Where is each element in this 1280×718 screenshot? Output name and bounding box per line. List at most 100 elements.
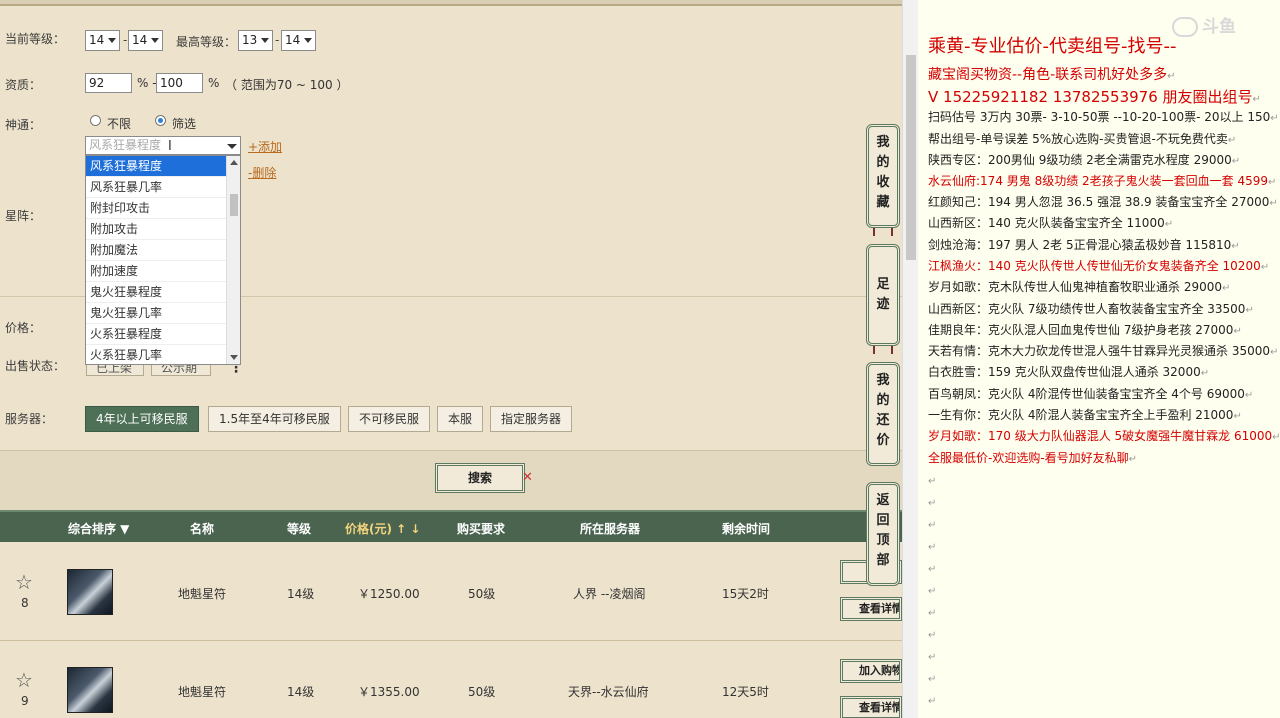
current-level-max-select[interactable]: 14 bbox=[128, 30, 163, 51]
trade-search-panel: 当前等级： 14 - 14 最高等级： 13 - 14 资质： 92 % - 1… bbox=[0, 0, 902, 718]
scroll-down-icon[interactable] bbox=[230, 355, 238, 360]
ad-line: 岁月如歌：170 级大力队仙器混人 5破女魔强牛魔甘霖龙 61000↵ bbox=[928, 427, 1280, 444]
ad-line-text: 陕西专区：200男仙 9级功绩 2老全满雷克水程度 29000 bbox=[928, 153, 1232, 167]
favorite-count: 8 bbox=[21, 596, 29, 610]
dropdown-option[interactable]: 附加攻击 bbox=[86, 219, 226, 240]
text-cursor-icon: I bbox=[168, 139, 172, 154]
server-btn-1-5yr[interactable]: 1.5年至4年可移民服 bbox=[208, 406, 341, 432]
server-btn-4yr[interactable]: 4年以上可移民服 bbox=[85, 406, 199, 432]
server-btn-this-server[interactable]: 本服 bbox=[437, 406, 484, 432]
aptitude-max-input[interactable]: 100 bbox=[156, 73, 203, 93]
view-detail-button[interactable]: 查看详情 bbox=[840, 597, 902, 621]
nav-char: 迹 bbox=[876, 297, 890, 312]
max-level-min-select[interactable]: 13 bbox=[238, 30, 273, 51]
favorite-count: 9 bbox=[21, 694, 29, 708]
ad-line: 山西新区：140 克火队装备宝宝齐全 11000↵ bbox=[928, 214, 1173, 231]
dropdown-option[interactable]: 鬼火狂暴几率 bbox=[86, 303, 226, 324]
dropdown-option[interactable]: 附封印攻击 bbox=[86, 198, 226, 219]
star-outline-icon[interactable]: ☆ bbox=[15, 570, 33, 594]
aptitude-min-input[interactable]: 92 bbox=[85, 73, 132, 93]
level-separator: - bbox=[275, 33, 280, 47]
add-link[interactable]: +添加 bbox=[248, 138, 282, 155]
scrollbar-thumb[interactable] bbox=[230, 194, 238, 216]
results-table-header: 综合排序 ▼ 名称 等级 价格(元) ↑ ↓ 购买要求 所在服务器 剩余时间 bbox=[0, 510, 902, 542]
dropdown-option[interactable]: 火系狂暴几率 bbox=[86, 345, 226, 364]
ad-line-text: 水云仙府:174 男鬼 8级功绩 2老孩子鬼火装一套回血一套 4599 bbox=[928, 174, 1269, 188]
dropdown-option[interactable]: 火系狂暴程度 bbox=[86, 324, 226, 345]
current-level-min-value: 14 bbox=[89, 33, 105, 47]
ad-line: 一生有你：克火队 4阶混人装备宝宝齐全上手盈利 21000↵ bbox=[928, 406, 1242, 423]
shentong-dropdown-list: 风系狂暴程度 风系狂暴几率 附封印攻击 附加攻击 附加魔法 附加速度 鬼火狂暴程… bbox=[85, 155, 241, 365]
paragraph-mark: ↵ bbox=[1269, 198, 1278, 209]
table-row[interactable]: ☆ 9 地魁星符 14级 ￥1355.00 50级 天界--水云仙府 12天5时 bbox=[0, 642, 902, 718]
dropdown-option[interactable]: 风系狂暴几率 bbox=[86, 177, 226, 198]
aptitude-percent: % bbox=[208, 76, 220, 90]
server-btn-specific[interactable]: 指定服务器 bbox=[490, 406, 573, 432]
footprint-nav[interactable]: 足 迹 bbox=[866, 244, 900, 346]
dropdown-scrollbar[interactable] bbox=[226, 156, 240, 364]
item-thumbnail[interactable] bbox=[67, 569, 113, 615]
server-label: 服务器： bbox=[5, 412, 54, 426]
radio-unlimited-label: 不限 bbox=[107, 117, 132, 131]
ad-line-text: 白衣胜雪：159 克火队双盘传世仙混人通杀 32000 bbox=[928, 365, 1201, 379]
delete-link[interactable]: -删除 bbox=[248, 164, 276, 181]
dropdown-option[interactable]: 附加魔法 bbox=[86, 240, 226, 261]
item-name[interactable]: 地魁星符 bbox=[178, 585, 226, 602]
paragraph-mark: ↵ bbox=[928, 586, 937, 597]
nav-char: 顶 bbox=[876, 533, 890, 548]
max-level-max-value: 14 bbox=[285, 33, 301, 47]
ad-line: 佳期良年：克火队混人回血鬼传世仙 7级护身老孩 27000↵ bbox=[928, 321, 1242, 338]
ad-line: 红颜知己：194 男人忽混 36.5 强混 38.9 装备宝宝齐全 27000↵ bbox=[928, 193, 1278, 210]
dropdown-option[interactable]: 风系狂暴程度 bbox=[86, 156, 226, 177]
current-level-max-value: 14 bbox=[132, 33, 148, 47]
paragraph-mark: ↵ bbox=[1270, 347, 1279, 358]
add-to-cart-button[interactable]: 加入购物车 bbox=[840, 659, 902, 683]
nav-char: 藏 bbox=[876, 195, 890, 210]
name-header: 名称 bbox=[190, 522, 215, 536]
shentong-select[interactable]: 风系狂暴程度 I bbox=[85, 136, 241, 155]
paragraph-mark: ↵ bbox=[928, 652, 937, 663]
item-server: 人界 --凌烟阁 bbox=[573, 587, 646, 601]
paragraph-mark: ↵ bbox=[1222, 283, 1231, 294]
paragraph-mark: ↵ bbox=[928, 498, 937, 509]
ad-line: 岁月如歌：克木队传世人仙鬼神植畜牧职业通杀 29000↵ bbox=[928, 278, 1230, 295]
my-bargain-nav[interactable]: 我 的 还 价 bbox=[866, 362, 900, 466]
dropdown-option[interactable]: 鬼火狂暴程度 bbox=[86, 282, 226, 303]
page-scrollbar[interactable] bbox=[902, 0, 918, 718]
requirement-header: 购买要求 bbox=[457, 522, 506, 536]
view-detail-button[interactable]: 查看详情 bbox=[840, 696, 902, 718]
back-to-top-nav[interactable]: 返 回 顶 部 bbox=[866, 482, 900, 586]
paragraph-mark: ↵ bbox=[928, 476, 937, 487]
table-row[interactable]: ☆ 8 地魁星符 14级 ￥1250.00 50级 人界 --凌烟阁 15天2时 bbox=[0, 544, 902, 641]
nav-char: 的 bbox=[876, 393, 890, 408]
radio-unlimited[interactable] bbox=[90, 115, 101, 126]
price-sort-header[interactable]: 价格(元) ↑ ↓ bbox=[345, 520, 420, 537]
scroll-up-icon[interactable] bbox=[230, 160, 238, 165]
paragraph-mark: ↵ bbox=[928, 674, 937, 685]
watermark-logo: 斗鱼 bbox=[1172, 12, 1236, 37]
nav-char: 收 bbox=[876, 175, 890, 190]
page-scrollbar-thumb[interactable] bbox=[906, 55, 916, 260]
paragraph-mark: ↵ bbox=[1233, 326, 1242, 337]
chevron-down-icon bbox=[108, 38, 116, 43]
radio-filter[interactable] bbox=[155, 115, 166, 126]
ad-line-text: 扫码估号 3万内 30票- 3-10-50票 --10-20-100票- 20以… bbox=[928, 110, 1271, 124]
ad-line: 剑烛沧海：197 男人 2老 5正骨混心猿孟极妙音 115810↵ bbox=[928, 236, 1240, 253]
dropdown-option[interactable]: 附加速度 bbox=[86, 261, 226, 282]
paragraph-mark: ↵ bbox=[1260, 262, 1270, 273]
max-level-max-select[interactable]: 14 bbox=[281, 30, 316, 51]
nav-char: 我 bbox=[876, 135, 890, 150]
search-button[interactable]: 搜索 bbox=[435, 463, 525, 493]
item-thumbnail[interactable] bbox=[67, 667, 113, 713]
item-name[interactable]: 地魁星符 bbox=[178, 683, 226, 700]
nav-char: 还 bbox=[876, 413, 890, 428]
current-level-min-select[interactable]: 14 bbox=[85, 30, 120, 51]
paragraph-mark: ↵ bbox=[928, 608, 937, 619]
star-outline-icon[interactable]: ☆ bbox=[15, 668, 33, 692]
level-header: 等级 bbox=[287, 522, 312, 536]
my-favorites-nav[interactable]: 我 的 收 藏 bbox=[866, 124, 900, 228]
close-icon[interactable]: ✕ bbox=[522, 470, 533, 485]
server-btn-no-migrate[interactable]: 不可移民服 bbox=[348, 406, 431, 432]
sort-composite-header[interactable]: 综合排序 ▼ bbox=[68, 520, 129, 537]
item-price: ￥1355.00 bbox=[358, 685, 420, 699]
